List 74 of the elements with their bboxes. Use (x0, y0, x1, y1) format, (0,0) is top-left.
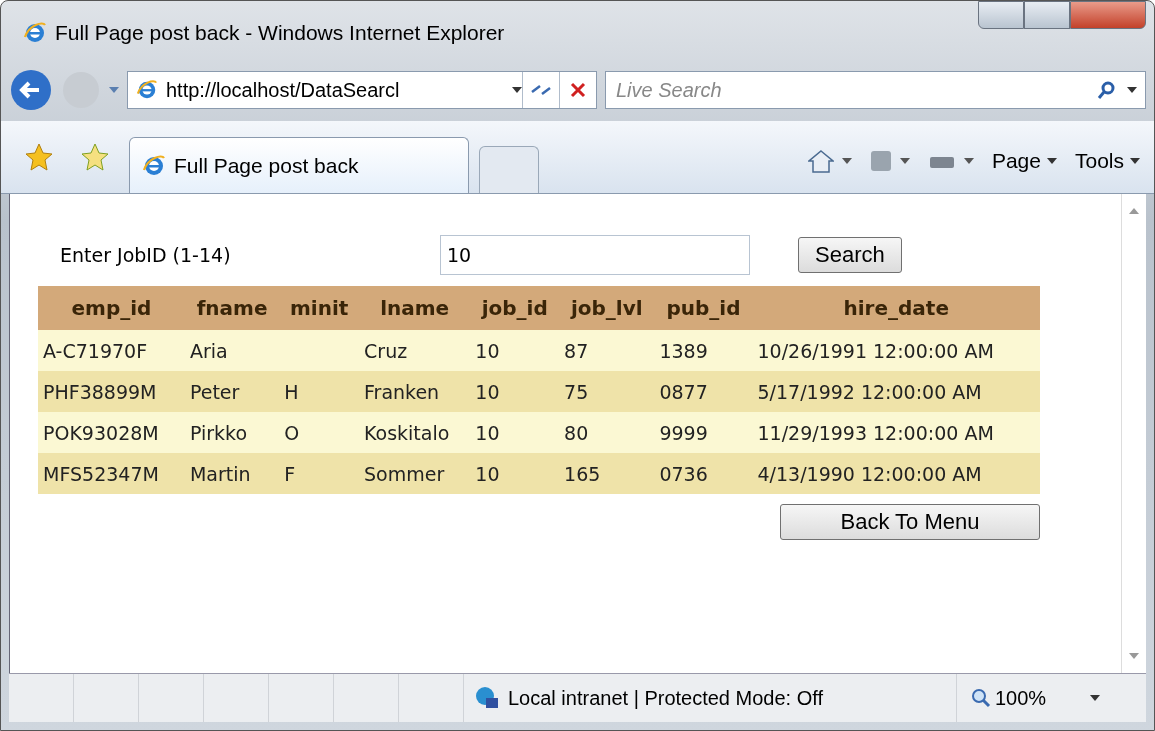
caret-icon[interactable] (1090, 695, 1101, 701)
table-cell: 87 (559, 330, 655, 371)
table-cell: Pirkko (184, 412, 280, 453)
table-cell: A-C71970F (38, 330, 185, 371)
table-cell: 165 (559, 453, 655, 494)
address-bar[interactable]: http://localhost/DataSearcl (127, 71, 597, 109)
search-icon[interactable] (1097, 80, 1117, 100)
column-header: job_lvl (559, 286, 655, 330)
table-cell: 0736 (654, 453, 753, 494)
table-cell: MFS52347M (38, 453, 185, 494)
back-to-menu-button[interactable]: Back To Menu (780, 504, 1040, 540)
scroll-up-icon[interactable] (1129, 208, 1139, 214)
column-header: lname (359, 286, 471, 330)
job-id-label: Enter JobID (1-14) (59, 244, 232, 266)
table-cell: 80 (559, 412, 655, 453)
zone-text: Local intranet | Protected Mode: Off (508, 686, 823, 710)
table-cell: POK93028M (38, 412, 185, 453)
table-cell: Franken (359, 371, 471, 412)
table-cell: 10 (470, 371, 560, 412)
table-cell: 10 (470, 330, 560, 371)
minimize-button[interactable] (978, 1, 1024, 29)
back-icon[interactable] (9, 68, 53, 112)
column-header: job_id (470, 286, 560, 330)
column-header: emp_id (38, 286, 185, 330)
browser-icon (23, 21, 47, 45)
table-cell: F (279, 453, 360, 494)
table-cell: 0877 (654, 371, 753, 412)
caret-icon[interactable] (963, 158, 974, 164)
table-cell: 10 (470, 412, 560, 453)
scroll-down-icon[interactable] (1129, 653, 1139, 659)
table-cell: 11/29/1993 12:00:00 AM (752, 412, 1040, 453)
search-button[interactable]: Search (798, 237, 902, 273)
table-cell: Sommer (359, 453, 471, 494)
table-cell: PHF38899M (38, 371, 185, 412)
table-cell: 1389 (654, 330, 753, 371)
zoom-icon[interactable] (971, 688, 991, 708)
caret-icon[interactable] (1127, 87, 1137, 93)
table-cell: Aria (184, 330, 280, 371)
column-header: minit (279, 286, 360, 330)
caret-icon[interactable] (899, 158, 910, 164)
stop-icon[interactable] (570, 82, 586, 98)
search-box[interactable]: Live Search (605, 71, 1146, 109)
zoom-level[interactable]: 100% (995, 686, 1047, 710)
caret-icon[interactable] (1130, 158, 1140, 164)
add-favorite-icon[interactable] (81, 143, 109, 171)
table-cell: 10 (470, 453, 560, 494)
caret-icon[interactable] (512, 87, 522, 93)
table-cell: 9999 (654, 412, 753, 453)
table-cell: O (279, 412, 360, 453)
table-cell: Martin (184, 453, 280, 494)
column-header: fname (184, 286, 280, 330)
maximize-button[interactable] (1024, 1, 1070, 29)
star-icon[interactable] (25, 143, 53, 171)
menu-button[interactable]: Tools (1074, 149, 1140, 173)
browser-tab[interactable]: Full Page post back (129, 137, 469, 193)
table-cell: Koskitalo (359, 412, 471, 453)
table-cell: 4/13/1990 12:00:00 AM (752, 453, 1040, 494)
caret-icon[interactable] (841, 158, 852, 164)
column-header: hire_date (752, 286, 1040, 330)
caret-icon[interactable] (1046, 158, 1057, 164)
table-cell: Cruz (359, 330, 471, 371)
column-header: pub_id (654, 286, 753, 330)
table-cell: 5/17/1992 12:00:00 AM (752, 371, 1040, 412)
table-cell: H (279, 371, 360, 412)
home-icon[interactable] (807, 149, 834, 173)
table-cell: Peter (184, 371, 280, 412)
browser-icon (142, 153, 166, 178)
window-title: Full Page post back - Windows Internet Explorer (55, 21, 506, 45)
browser-icon (136, 79, 158, 101)
menu-button[interactable]: Page (991, 149, 1057, 173)
table-cell: 75 (559, 371, 655, 412)
table-cell: 10/26/1991 12:00:00 AM (752, 330, 1040, 371)
search-field[interactable]: Live Search (614, 77, 1087, 103)
job-id-field[interactable]: 10 (440, 235, 750, 275)
